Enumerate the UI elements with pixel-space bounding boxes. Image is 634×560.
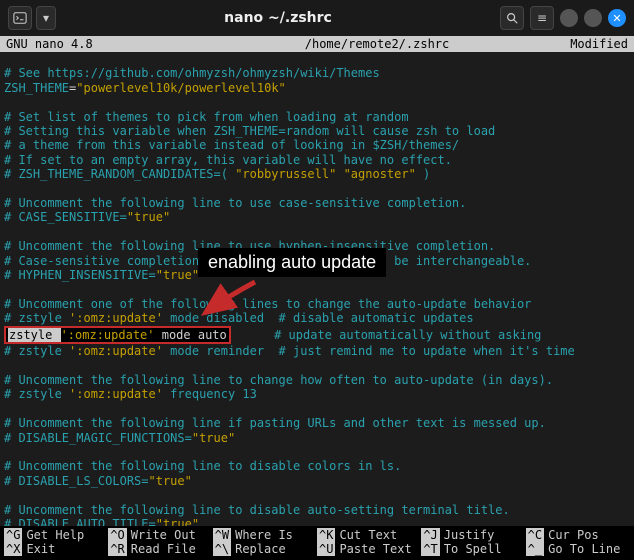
editor-line: ZSH_THEME="powerlevel10k/powerlevel10k" — [4, 81, 286, 95]
editor-line: # Setting this variable when ZSH_THEME=r… — [4, 124, 495, 138]
window-titlebar: ▾ nano ~/.zshrc ≡ ✕ — [0, 0, 634, 36]
editor-line: # See https://github.com/ohmyzsh/ohmyzsh… — [4, 66, 380, 80]
shortcut-replace[interactable]: ^\Replace — [213, 542, 317, 556]
editor-line: # Set list of themes to pick from when l… — [4, 110, 409, 124]
shortcut-go-to-line[interactable]: ^_Go To Line — [526, 542, 630, 556]
editor-line: # HYPHEN_INSENSITIVE="true" — [4, 268, 199, 282]
shortcut-read-file[interactable]: ^RRead File — [108, 542, 212, 556]
shortcut-exit[interactable]: ^XExit — [4, 542, 108, 556]
editor-line: # Uncomment the following line to disabl… — [4, 459, 401, 473]
shortcut-paste-text[interactable]: ^UPaste Text — [317, 542, 421, 556]
editor-line: # ZSH_THEME_RANDOM_CANDIDATES=( "robbyru… — [4, 167, 430, 181]
editor-line: # Uncomment the following line to disabl… — [4, 503, 510, 517]
editor-line: # zstyle ':omz:update' mode reminder # j… — [4, 344, 575, 358]
editor-active-line: zstyle ':omz:update' mode auto # update … — [4, 328, 541, 342]
minimize-button[interactable] — [560, 9, 578, 27]
editor-line: # CASE_SENSITIVE="true" — [4, 210, 170, 224]
nano-version: GNU nano 4.8 — [0, 36, 200, 52]
tab-dropdown-button[interactable]: ▾ — [36, 6, 56, 30]
nano-modified-indicator: Modified — [554, 36, 634, 52]
editor-line: # Uncomment the following line to change… — [4, 373, 553, 387]
new-tab-button[interactable] — [8, 6, 32, 30]
shortcut-cur-pos[interactable]: ^CCur Pos — [526, 528, 630, 542]
editor-line: # Uncomment the following line to use ca… — [4, 196, 466, 210]
editor-line: # DISABLE_LS_COLORS="true" — [4, 474, 192, 488]
titlebar-left-controls: ▾ — [8, 6, 56, 30]
nano-header: GNU nano 4.8 /home/remote2/.zshrc Modifi… — [0, 36, 634, 52]
editor-content[interactable]: # See https://github.com/ohmyzsh/ohmyzsh… — [0, 52, 634, 531]
annotation-arrow-icon — [190, 275, 270, 325]
menu-button[interactable]: ≡ — [530, 6, 554, 30]
shortcut-to-spell[interactable]: ^TTo Spell — [421, 542, 525, 556]
nano-shortcut-bar: ^GGet Help ^OWrite Out ^WWhere Is ^KCut … — [0, 526, 634, 560]
shortcut-cut-text[interactable]: ^KCut Text — [317, 528, 421, 542]
titlebar-right-controls: ≡ ✕ — [500, 6, 626, 30]
editor-line: # DISABLE_MAGIC_FUNCTIONS="true" — [4, 431, 235, 445]
nano-filepath: /home/remote2/.zshrc — [200, 36, 554, 52]
shortcut-justify[interactable]: ^JJustify — [421, 528, 525, 542]
search-button[interactable] — [500, 6, 524, 30]
editor-line: # Uncomment the following line if pastin… — [4, 416, 546, 430]
editor-line: # a theme from this variable instead of … — [4, 138, 459, 152]
close-button[interactable]: ✕ — [608, 9, 626, 27]
window-title: nano ~/.zshrc — [62, 10, 494, 26]
editor-line: # If set to an empty array, this variabl… — [4, 153, 452, 167]
shortcut-get-help[interactable]: ^GGet Help — [4, 528, 108, 542]
maximize-button[interactable] — [584, 9, 602, 27]
editor-line: # zstyle ':omz:update' frequency 13 — [4, 387, 257, 401]
annotation-label: enabling auto update — [198, 248, 386, 277]
hamburger-icon: ≡ — [537, 11, 547, 25]
shortcut-write-out[interactable]: ^OWrite Out — [108, 528, 212, 542]
terminal-icon — [13, 11, 27, 25]
chevron-down-icon: ▾ — [43, 11, 49, 25]
search-icon — [505, 11, 519, 25]
shortcut-where-is[interactable]: ^WWhere Is — [213, 528, 317, 542]
